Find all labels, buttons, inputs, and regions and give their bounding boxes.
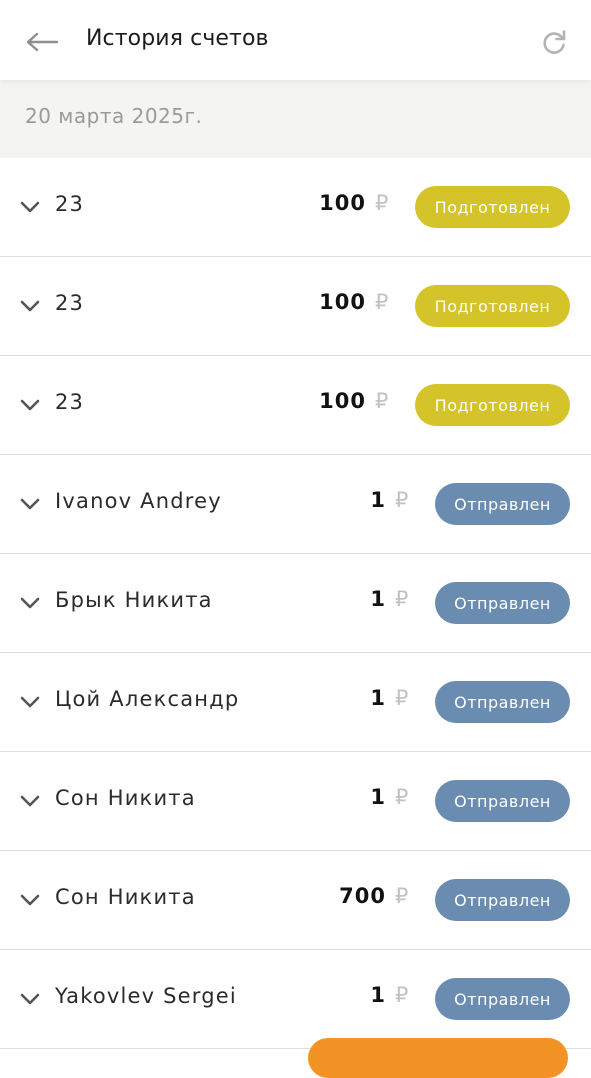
invoice-amount: 100	[319, 191, 366, 215]
currency-symbol: ₽	[395, 686, 409, 710]
invoice-client-name: Сон Никита	[55, 885, 196, 909]
status-badge: Подготовлен	[415, 384, 570, 426]
invoice-client-name: Yakovlev Sergei	[55, 984, 237, 1008]
invoice-amount: 1	[370, 686, 386, 710]
chevron-down-icon[interactable]	[19, 890, 41, 910]
invoice-row[interactable]: Ivanov Andrey 1 ₽ Отправлен	[0, 455, 591, 554]
invoice-row[interactable]: 23 100 ₽ Подготовлен	[0, 257, 591, 356]
invoice-client-name: 23	[55, 192, 85, 216]
invoice-amount: 1	[370, 587, 386, 611]
invoice-amount: 1	[370, 488, 386, 512]
chevron-down-icon[interactable]	[19, 395, 41, 415]
currency-symbol: ₽	[395, 488, 409, 512]
chevron-down-icon[interactable]	[19, 197, 41, 217]
invoice-client-name: Цой Александр	[55, 687, 240, 711]
arrow-left-icon	[26, 32, 59, 52]
status-badge: Отправлен	[435, 483, 570, 525]
invoice-amount: 700	[339, 884, 386, 908]
invoice-client-name: Ivanov Andrey	[55, 489, 222, 513]
currency-symbol: ₽	[375, 290, 389, 314]
app-header: История счетов	[0, 0, 591, 80]
invoice-row[interactable]: 23 100 ₽ Подготовлен	[0, 158, 591, 257]
refresh-button[interactable]	[532, 22, 576, 62]
status-badge: Подготовлен	[415, 285, 570, 327]
chevron-down-icon[interactable]	[19, 494, 41, 514]
invoice-client-name: 23	[55, 390, 85, 414]
page-title: История счетов	[86, 26, 269, 51]
refresh-icon	[543, 30, 566, 54]
chevron-down-icon[interactable]	[19, 296, 41, 316]
invoice-amount: 100	[319, 290, 366, 314]
currency-symbol: ₽	[375, 191, 389, 215]
invoice-amount: 1	[370, 983, 386, 1007]
invoice-row[interactable]: Цой Александр 1 ₽ Отправлен	[0, 653, 591, 752]
invoice-row[interactable]: Сон Никита 1 ₽ Отправлен	[0, 752, 591, 851]
status-badge: Отправлен	[435, 681, 570, 723]
invoice-amount: 1	[370, 785, 386, 809]
currency-symbol: ₽	[395, 785, 409, 809]
create-invoice-button[interactable]	[308, 1038, 568, 1078]
status-badge: Отправлен	[435, 582, 570, 624]
status-badge: Отправлен	[435, 978, 570, 1020]
invoice-row[interactable]: Сон Никита 700 ₽ Отправлен	[0, 851, 591, 950]
currency-symbol: ₽	[375, 389, 389, 413]
invoice-row[interactable]: Yakovlev Sergei 1 ₽ Отправлен	[0, 950, 591, 1049]
invoice-row[interactable]: Брык Никита 1 ₽ Отправлен	[0, 554, 591, 653]
chevron-down-icon[interactable]	[19, 692, 41, 712]
chevron-down-icon[interactable]	[19, 989, 41, 1009]
status-badge: Подготовлен	[415, 186, 570, 228]
chevron-down-icon[interactable]	[19, 593, 41, 613]
currency-symbol: ₽	[395, 884, 409, 908]
invoice-client-name: Брык Никита	[55, 588, 213, 612]
status-badge: Отправлен	[435, 879, 570, 921]
date-label: 20 марта 2025г.	[25, 104, 203, 128]
status-badge: Отправлен	[435, 780, 570, 822]
invoice-row[interactable]: 23 100 ₽ Подготовлен	[0, 356, 591, 455]
currency-symbol: ₽	[395, 587, 409, 611]
invoice-client-name: Сон Никита	[55, 786, 196, 810]
invoice-client-name: 23	[55, 291, 85, 315]
invoice-amount: 100	[319, 389, 366, 413]
chevron-down-icon[interactable]	[19, 791, 41, 811]
currency-symbol: ₽	[395, 983, 409, 1007]
back-button[interactable]	[18, 22, 66, 62]
invoice-list: 23 100 ₽ Подготовлен 23 100 ₽ Подготовлен 23 100 ₽…	[0, 158, 591, 1049]
